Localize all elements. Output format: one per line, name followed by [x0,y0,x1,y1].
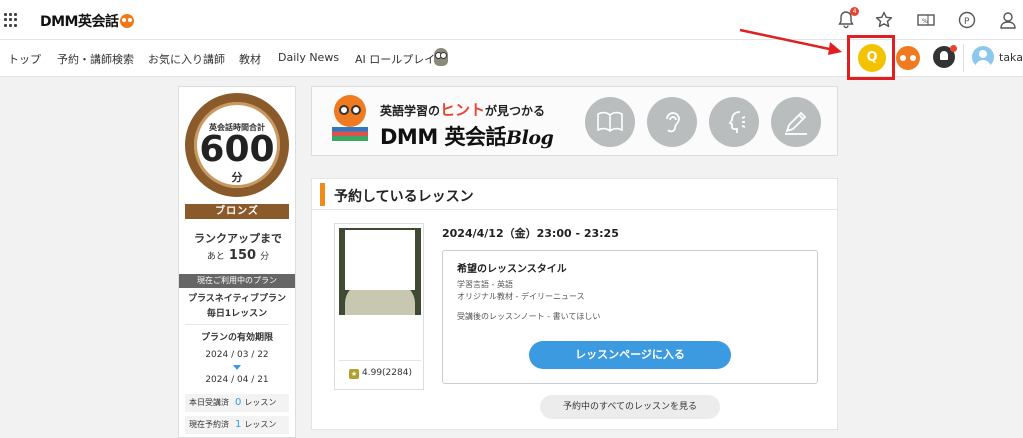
book-icon [585,97,635,147]
stat-value: 0 [235,397,242,408]
tutor-rating: ★ 4.99(2284) [349,368,412,379]
enter-lesson-page-button[interactable]: レッスンページに入る [529,341,731,369]
logo-mascot-icon [120,14,135,28]
current-reserved-row: 現在予約済 1 レッスン [185,416,289,434]
remaining-minutes: あと 150 分 [179,248,297,263]
svg-text:P: P [964,17,970,27]
lesson-stats-sidebar: 英会話時間合計 600 分 ブロンズ ランクアップまで あと 150 分 現在ご利用… [178,86,296,438]
nav-item-materials[interactable]: 教材 [239,51,261,67]
accent-bar [320,183,325,206]
expiry-title: プランの有効期限 [200,333,273,343]
stat-label: 本日受講済 [189,398,229,407]
style-lesson-note: 受講後のレッスンノート - 書いてほしい [457,312,601,321]
stat-label: 現在予約済 [189,420,229,429]
remain-unit: 分 [260,252,270,262]
tagline-hint: ヒント [440,101,486,119]
highlight-box [847,35,895,80]
plan-start-date: 2024 / 03 / 22 [205,350,269,360]
lesson-style-box: 希望のレッスンスタイル 学習言語 - 英語 オリジナル教材 - デイリーニュース… [442,250,818,384]
tutor-card[interactable]: ★ 4.99(2284) [334,223,424,390]
notification-count-badge: 4 [850,7,859,16]
stat-unit: レッスン [244,420,277,429]
dmm-logo[interactable]: DMM英会話 [40,11,135,31]
divider [185,324,289,325]
panel-header: 予約しているレッスン [312,179,837,210]
speaking-head-icon [709,97,759,147]
banner-title: DMM 英会話Blog [380,121,554,151]
banner-tagline: 英語学習のヒントが見つかる [380,99,545,120]
plan-name: プラスネイティブプラン 毎日1レッスン [179,292,295,322]
annotation-arrow [739,28,842,55]
style-language: 学習言語 - 英語 [457,280,513,289]
logo-text: DMM英会話 [40,14,119,30]
mascot-icon[interactable] [896,46,920,70]
style-material: オリジナル教材 - デイリーニュース [457,292,585,301]
remain-value: 150 [228,248,257,263]
tagline-pre: 英語学習の [380,104,441,118]
rankup-label: ランクアップまで [194,232,282,245]
panel-title: 予約しているレッスン [334,189,474,205]
pencil-icon [771,97,821,147]
tutor-photo[interactable] [339,228,421,315]
ear-icon [647,97,697,147]
rating-text: 4.99(2284) [362,368,412,378]
rank-badge: ブロンズ [185,204,289,219]
favorite-star-icon[interactable] [874,10,894,30]
ai-owl-icon[interactable] [434,48,448,66]
total-time-medal: 英会話時間合計 600 分 [185,93,289,197]
blog-banner[interactable]: 英語学習のヒントが見つかる DMM 英会話Blog [311,86,838,156]
plan-name-line2: 毎日1レッスン [206,309,268,319]
nav-item-favorite-tutors[interactable]: お気に入り講師 [148,51,225,67]
minutes-unit: 分 [231,171,243,184]
stat-value: 1 [235,419,242,430]
tagline-post: が見つかる [485,104,546,118]
svg-text:%: % [922,18,928,25]
username[interactable]: taka [999,51,1023,64]
reserved-lessons-panel: 予約しているレッスン ★ 4.99(2284) 2024/4/12（金）23:00… [311,178,838,430]
today-completed-row: 本日受講済 0 レッスン [185,394,289,412]
account-icon[interactable] [998,10,1018,30]
down-arrow-icon [233,365,241,370]
divider [339,360,421,361]
nav-item-ai-roleplay[interactable]: AI ロールプレイ [355,51,435,67]
nav-item-reserve-search[interactable]: 予約・講師検索 [57,51,134,67]
rating-star-icon: ★ [349,369,359,379]
plan-header: 現在ご利用中のプラン [179,274,295,288]
nav-divider [963,44,964,72]
view-all-lessons-button[interactable]: 予約中のすべてのレッスンを見る [540,395,720,419]
lesson-datetime: 2024/4/12（金）23:00 - 23:25 [442,227,619,240]
news-bell-icon[interactable] [933,45,957,68]
banner-title-blog: Blog [506,127,554,149]
total-minutes: 600 [199,129,275,170]
plan-name-line1: プラスネイティブプラン [187,294,287,304]
plan-end-date: 2024 / 04 / 21 [205,375,269,385]
points-icon[interactable]: P [957,10,977,30]
avatar[interactable] [972,46,994,68]
remain-prefix: あと [206,252,225,262]
owl-mascot-icon [332,95,368,141]
coupon-icon[interactable]: % [916,10,936,30]
style-title: 希望のレッスンスタイル [457,264,567,275]
redacted-area [345,230,415,290]
app-grid-icon[interactable] [4,13,18,27]
nav-item-top[interactable]: トップ [8,51,41,67]
stat-unit: レッスン [244,398,277,407]
banner-title-main: DMM 英会話 [380,125,507,149]
nav-item-daily-news[interactable]: Daily News [278,51,339,64]
top-bar: DMM英会話 4 % P [0,0,1023,40]
